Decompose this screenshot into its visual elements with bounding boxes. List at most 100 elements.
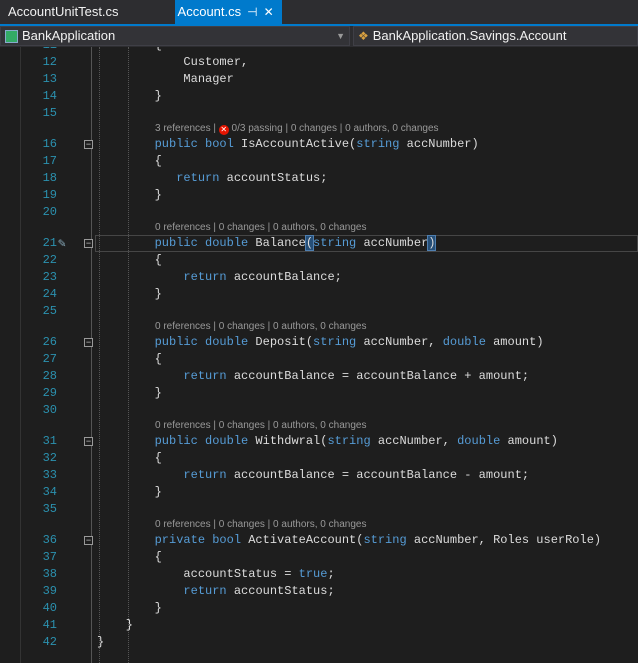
code-line[interactable]: 18 return accountStatus; bbox=[0, 170, 638, 187]
collapse-icon[interactable]: − bbox=[84, 338, 93, 347]
brace-match: ) bbox=[427, 235, 437, 251]
code-token: { bbox=[97, 154, 162, 168]
code-text: Customer, bbox=[97, 54, 248, 71]
codelens-references[interactable]: 0 references | 0 changes | 0 authors, 0 … bbox=[155, 420, 366, 431]
line-number: 34 bbox=[42, 485, 57, 499]
code-text: public bool IsAccountActive(string accNu… bbox=[97, 136, 479, 153]
code-token: accNumber) bbox=[399, 137, 479, 151]
project-dropdown[interactable]: BankApplication ▼ bbox=[0, 26, 350, 46]
code-text: } bbox=[97, 286, 162, 303]
code-line[interactable]: 40 } bbox=[0, 600, 638, 617]
collapse-icon[interactable]: − bbox=[84, 239, 93, 248]
code-line[interactable]: 17 { bbox=[0, 153, 638, 170]
code-text: public double Deposit(string accNumber, … bbox=[97, 334, 544, 351]
codelens[interactable]: 0 references | 0 changes | 0 authors, 0 … bbox=[0, 419, 638, 433]
code-line[interactable]: 25 bbox=[0, 303, 638, 320]
code-line[interactable]: 23 return accountBalance; bbox=[0, 269, 638, 286]
keyword: public bool bbox=[154, 137, 234, 151]
class-icon: ❖ bbox=[358, 29, 369, 43]
code-line[interactable]: 15 bbox=[0, 105, 638, 122]
code-line[interactable]: 35 bbox=[0, 501, 638, 518]
code-line[interactable]: 36 − private bool ActivateAccount(string … bbox=[0, 532, 638, 549]
code-line[interactable]: 22 { bbox=[0, 252, 638, 269]
codelens[interactable]: 0 references | 0 changes | 0 authors, 0 … bbox=[0, 518, 638, 532]
line-number: 25 bbox=[42, 304, 57, 318]
code-text: Manager bbox=[97, 71, 233, 88]
code-token: accountStatus; bbox=[219, 171, 328, 185]
line-number: 31 bbox=[42, 434, 57, 448]
codelens[interactable]: 0 references | 0 changes | 0 authors, 0 … bbox=[0, 320, 638, 334]
codelens-references[interactable]: 0 references | 0 changes | 0 authors, 0 … bbox=[155, 222, 366, 233]
quick-action-icon[interactable]: ✎ bbox=[58, 235, 66, 252]
line-number: 37 bbox=[42, 550, 57, 564]
line-number: 41 bbox=[42, 618, 57, 632]
keyword: true bbox=[298, 567, 328, 581]
code-line[interactable]: 33 return accountBalance = accountBalanc… bbox=[0, 467, 638, 484]
code-token: { bbox=[97, 550, 162, 564]
code-text: { bbox=[97, 549, 162, 566]
codelens-references[interactable]: 3 references | bbox=[155, 123, 219, 134]
code-token: accNumber bbox=[356, 236, 429, 250]
code-token: ; bbox=[327, 567, 335, 581]
line-number: 27 bbox=[42, 352, 57, 366]
keyword: return bbox=[183, 369, 227, 383]
code-token: ActivateAccount( bbox=[241, 533, 364, 547]
line-number: 30 bbox=[42, 403, 57, 417]
code-line[interactable]: ✎ 21 − public double Balance(string accNum… bbox=[0, 235, 638, 252]
line-number: 21 bbox=[42, 236, 57, 250]
code-text: } bbox=[97, 617, 133, 634]
brace-match: ( bbox=[304, 235, 315, 251]
code-line[interactable]: 11 { bbox=[0, 47, 638, 54]
code-token: accountBalance = accountBalance + amount… bbox=[226, 369, 530, 383]
codelens[interactable]: 3 references | ✕ 0/3 passing | 0 changes… bbox=[0, 122, 638, 136]
line-number: 33 bbox=[42, 468, 57, 482]
codelens-references[interactable]: 0 references | 0 changes | 0 authors, 0 … bbox=[155, 519, 366, 530]
collapse-icon[interactable]: − bbox=[84, 140, 93, 149]
type-dropdown[interactable]: ❖ BankApplication.Savings.Account bbox=[353, 26, 638, 46]
code-line[interactable]: 26 − public double Deposit(string accNumb… bbox=[0, 334, 638, 351]
code-token: } bbox=[97, 188, 162, 202]
code-line[interactable]: 29 } bbox=[0, 385, 638, 402]
codelens-changes[interactable]: | 0 changes | 0 authors, 0 changes bbox=[283, 123, 438, 134]
code-line[interactable]: 42} bbox=[0, 634, 638, 651]
code-line[interactable]: 14 } bbox=[0, 88, 638, 105]
code-line[interactable]: 13 Manager bbox=[0, 71, 638, 88]
keyword: return bbox=[176, 171, 220, 185]
code-text: return accountBalance; bbox=[97, 269, 341, 286]
code-line[interactable]: 34 } bbox=[0, 484, 638, 501]
code-line[interactable]: 16 − public bool IsAccountActive(string a… bbox=[0, 136, 638, 153]
code-line[interactable]: 20 bbox=[0, 204, 638, 221]
chevron-down-icon: ▼ bbox=[336, 31, 345, 41]
code-token: } bbox=[97, 386, 162, 400]
code-line[interactable]: 24 } bbox=[0, 286, 638, 303]
collapse-icon[interactable]: − bbox=[84, 437, 93, 446]
collapse-icon[interactable]: − bbox=[84, 536, 93, 545]
code-line[interactable]: 37 { bbox=[0, 549, 638, 566]
code-line[interactable]: 12 Customer, bbox=[0, 54, 638, 71]
tab-accountunittest[interactable]: AccountUnitTest.cs bbox=[0, 0, 127, 24]
codelens-tests[interactable]: 0/3 passing bbox=[229, 123, 283, 134]
codelens[interactable]: 0 references | 0 changes | 0 authors, 0 … bbox=[0, 221, 638, 235]
code-line[interactable]: 28 return accountBalance = accountBalanc… bbox=[0, 368, 638, 385]
line-number: 19 bbox=[42, 188, 57, 202]
close-icon[interactable]: ✕ bbox=[264, 0, 274, 24]
code-line[interactable]: 39 return accountStatus; bbox=[0, 583, 638, 600]
codelens-references[interactable]: 0 references | 0 changes | 0 authors, 0 … bbox=[155, 321, 366, 332]
code-line[interactable]: 27 { bbox=[0, 351, 638, 368]
pin-icon[interactable]: ⊣ bbox=[247, 0, 257, 24]
line-number: 40 bbox=[42, 601, 57, 615]
code-line[interactable]: 38 accountStatus = true; bbox=[0, 566, 638, 583]
code-line[interactable]: 19 } bbox=[0, 187, 638, 204]
code-line[interactable]: 41 } bbox=[0, 617, 638, 634]
tab-account[interactable]: Account.cs ⊣ ✕ bbox=[174, 0, 282, 24]
line-number: 38 bbox=[42, 567, 57, 581]
code-text: return accountStatus; bbox=[97, 170, 327, 187]
code-line[interactable]: 30 bbox=[0, 402, 638, 419]
code-editor[interactable]: 11 {12 Customer,13 Manager14 }153 refere… bbox=[0, 47, 638, 663]
code-line[interactable]: 32 { bbox=[0, 450, 638, 467]
code-line[interactable]: 31 − public double Withdwral(string accNu… bbox=[0, 433, 638, 450]
code-token: } bbox=[97, 287, 162, 301]
